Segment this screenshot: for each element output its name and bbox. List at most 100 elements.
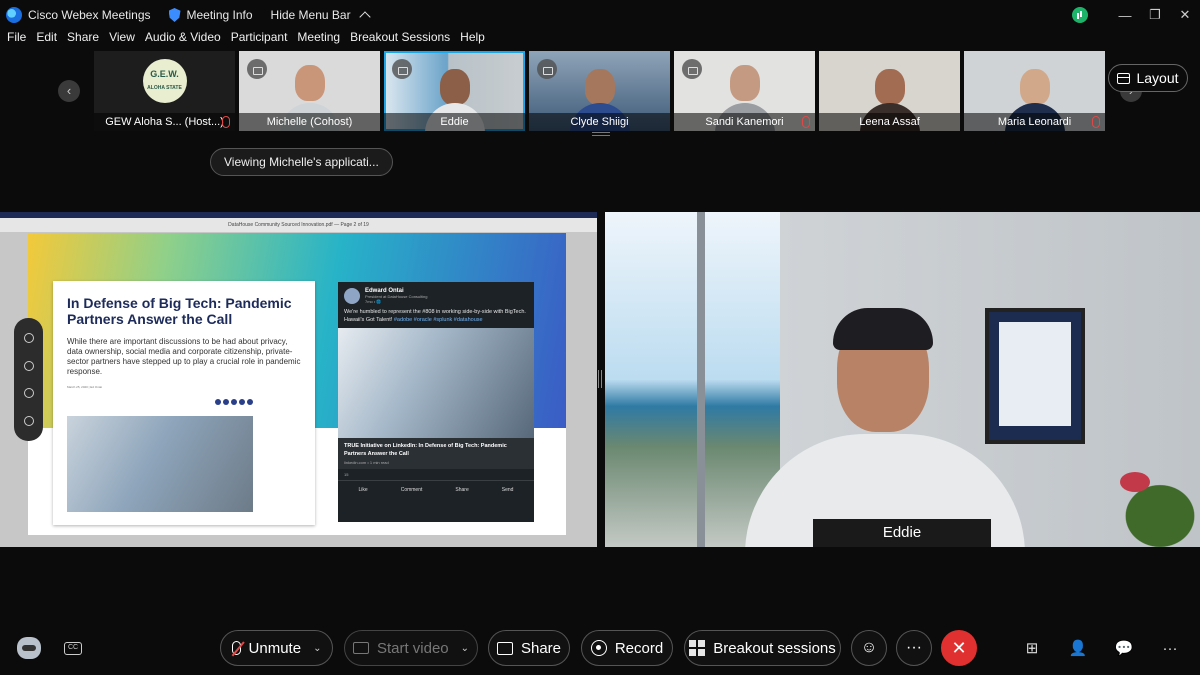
participant-name: Sandi Kanemori <box>674 113 815 131</box>
minimize-button[interactable]: — <box>1110 8 1140 23</box>
breakout-label: Breakout sessions <box>713 639 836 657</box>
participant-name: Michelle (Cohost) <box>239 113 380 131</box>
shared-application[interactable]: DataHouse Community Sourced Innovation.p… <box>0 212 597 547</box>
breakout-sessions-button[interactable]: Breakout sessions <box>684 630 841 666</box>
active-speaker-video[interactable]: Eddie <box>605 212 1200 547</box>
apps-button[interactable]: ⊞ <box>1022 638 1042 658</box>
menu-breakout-sessions[interactable]: Breakout Sessions <box>350 30 450 50</box>
chat-button[interactable]: 💬 <box>1114 638 1134 658</box>
hide-menu-bar-button[interactable]: Hide Menu Bar <box>271 8 371 23</box>
reactions-button[interactable]: ☺ <box>851 630 887 666</box>
more-icon: ··· <box>1162 639 1178 657</box>
start-video-label: Start video <box>376 639 449 657</box>
viewing-share-indicator[interactable]: Viewing Michelle's applicati... <box>210 148 393 176</box>
chevron-up-icon <box>358 11 371 23</box>
article-heading: In Defense of Big Tech: Pandemic Partner… <box>67 295 292 327</box>
start-video-button[interactable]: Start video ⌄ <box>344 630 478 666</box>
lock-icon <box>247 59 267 79</box>
meeting-info-label: Meeting Info <box>186 8 253 22</box>
menu-edit[interactable]: Edit <box>36 30 57 50</box>
filmstrip-resize-handle[interactable] <box>592 132 610 136</box>
article-card: In Defense of Big Tech: Pandemic Partner… <box>53 281 315 525</box>
video-window-frame <box>697 212 705 547</box>
camera-off-icon <box>352 642 369 654</box>
handshake-image <box>67 416 253 512</box>
annotation-toolbar <box>14 318 43 441</box>
end-meeting-button[interactable]: ✕ <box>941 630 977 666</box>
participant-tile[interactable]: Maria Leonardi <box>964 51 1105 131</box>
remote-control-icon[interactable] <box>23 360 34 371</box>
chevron-down-icon[interactable]: ⌄ <box>461 643 469 654</box>
share-button[interactable]: Share <box>488 630 570 666</box>
participant-video <box>294 65 325 101</box>
participant-tile[interactable]: Clyde Shiigi <box>529 51 670 131</box>
menu-help[interactable]: Help <box>460 30 485 50</box>
participant-video <box>439 69 470 105</box>
post-link-source: linkedin.com • 1 min read <box>338 460 534 469</box>
shared-doc-title: DataHouse Community Sourced Innovation.p… <box>0 218 597 232</box>
comment-action: Comment <box>400 487 423 493</box>
unmute-button[interactable]: Unmute ⌄ <box>220 630 333 666</box>
participant-name: Clyde Shiigi <box>529 113 670 131</box>
participant-tile[interactable]: Sandi Kanemori <box>674 51 815 131</box>
post-time: 7mo • 🌐 <box>365 299 382 304</box>
record-icon <box>590 640 607 656</box>
menu-view[interactable]: View <box>109 30 135 50</box>
lock-icon <box>392 59 412 79</box>
restore-button[interactable]: ❐ <box>1140 7 1170 23</box>
split-resize-handle[interactable] <box>598 370 602 388</box>
participant-tile[interactable]: G.E.W. ALOHA STATE GEW Aloha S... (Host..… <box>94 51 235 131</box>
chevron-down-icon[interactable]: ⌄ <box>313 643 321 654</box>
menu-meeting[interactable]: Meeting <box>297 30 340 50</box>
participant-tile[interactable]: Leena Assaf <box>819 51 960 131</box>
mic-muted-icon <box>231 641 241 655</box>
menu-file[interactable]: File <box>7 30 26 50</box>
app-title: Cisco Webex Meetings <box>6 7 151 23</box>
lock-icon <box>537 59 557 79</box>
more-panels-button[interactable]: ··· <box>1160 638 1180 658</box>
zoom-out-icon[interactable] <box>23 416 34 427</box>
share-label: Share <box>520 639 562 657</box>
share-action: Share <box>455 487 469 493</box>
article-body: While there are important discussions to… <box>67 337 301 376</box>
participant-name: Eddie <box>384 113 525 131</box>
video-window-view <box>605 212 780 547</box>
participant-name: Maria Leonardi <box>964 113 1105 131</box>
breakout-icon <box>689 640 706 656</box>
post-reactions: 15 <box>344 472 349 477</box>
linkedin-post: Edward Ontai President at DataHouse Cons… <box>338 282 534 522</box>
menu-participant[interactable]: Participant <box>231 30 288 50</box>
gew-aloha-logo: G.E.W. ALOHA STATE <box>142 59 187 103</box>
menu-bar: File Edit Share View Audio & Video Parti… <box>0 30 488 50</box>
article-meta: March 25, 2020 | Ed Ontai <box>67 385 102 389</box>
muted-mic-icon <box>802 116 810 128</box>
title-bar: Cisco Webex Meetings Meeting Info Hide M… <box>0 0 1200 30</box>
zoom-in-icon[interactable] <box>23 388 34 399</box>
webex-logo-icon <box>6 7 22 23</box>
menu-audio-video[interactable]: Audio & Video <box>145 30 221 50</box>
meeting-info-button[interactable]: Meeting Info <box>168 8 253 22</box>
participants-button[interactable]: 👤 <box>1068 638 1088 658</box>
annotate-icon[interactable] <box>23 332 34 343</box>
participant-video <box>729 65 760 101</box>
speaker-hair <box>833 308 933 350</box>
post-text: We're humbled to represent the #808 in w… <box>344 309 526 323</box>
filmstrip-prev-button[interactable]: ‹ <box>58 80 80 102</box>
menu-share[interactable]: Share <box>67 30 99 50</box>
unmute-label: Unmute <box>248 639 302 657</box>
closed-captions-button[interactable]: CC <box>63 638 83 658</box>
assistant-icon[interactable] <box>17 637 41 659</box>
participant-name: GEW Aloha S... (Host...) <box>94 113 235 131</box>
participant-tile-active[interactable]: Eddie <box>384 51 525 131</box>
muted-mic-icon <box>1092 116 1100 128</box>
network-stats-icon[interactable] <box>1072 7 1088 23</box>
like-action: Like <box>358 487 368 493</box>
post-actions: Like Comment Share Send <box>338 480 534 499</box>
share-screen-icon <box>496 641 513 655</box>
layout-button[interactable]: Layout <box>1108 64 1188 92</box>
participant-tile[interactable]: Michelle (Cohost) <box>239 51 380 131</box>
emoji-icon: ☺ <box>860 639 878 656</box>
record-button[interactable]: Record <box>581 630 673 666</box>
more-options-button[interactable]: ··· <box>896 630 932 666</box>
close-window-button[interactable]: ✕ <box>1170 7 1200 23</box>
